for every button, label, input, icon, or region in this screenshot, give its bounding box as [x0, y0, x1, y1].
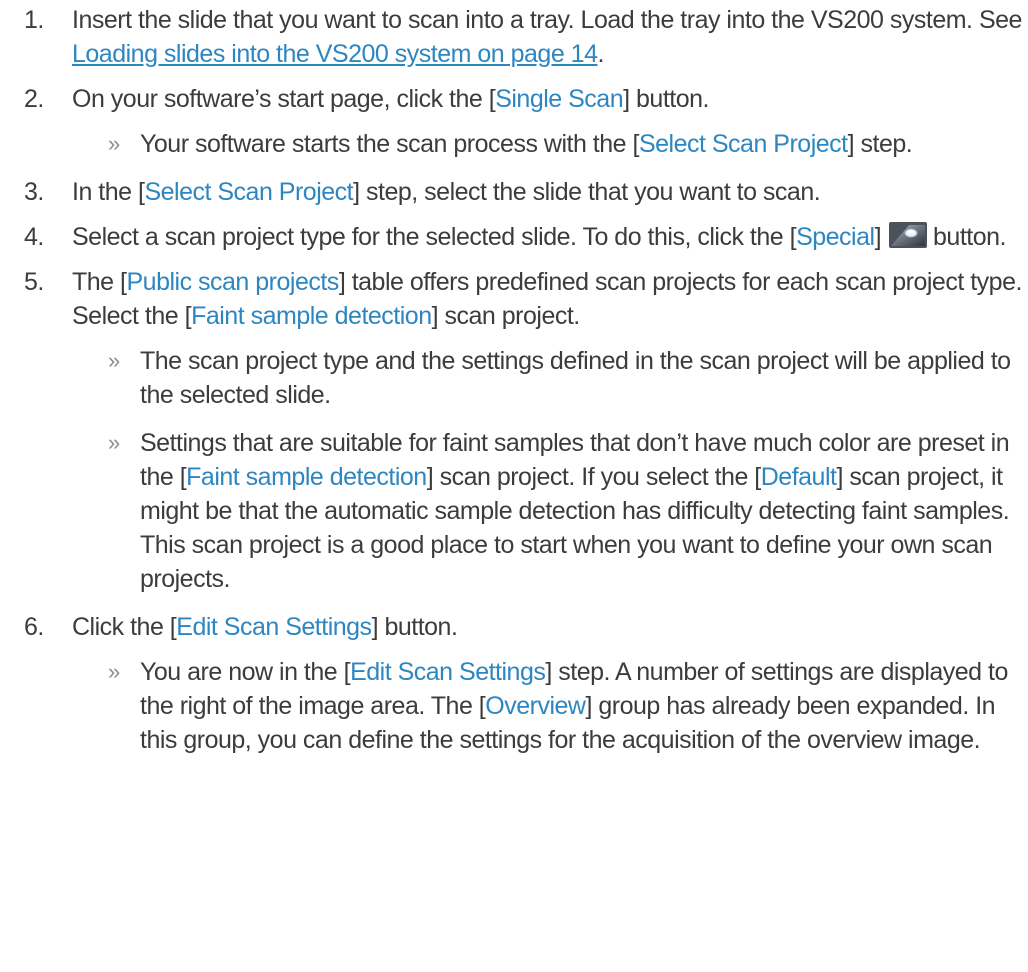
- step-6-result: » You are now in the [Edit Scan Settings…: [0, 655, 1024, 757]
- step-text: In the [Select Scan Project] step, selec…: [72, 175, 1024, 209]
- step-number: 6.: [24, 613, 44, 641]
- step-text-part: ] button.: [623, 85, 709, 113]
- ui-term-public-scan-projects: Public scan projects: [126, 268, 339, 296]
- step-6: 6. Click the [Edit Scan Settings] button…: [0, 610, 1024, 644]
- step-text-part: ]: [874, 223, 882, 251]
- result-arrow-icon: »: [108, 430, 120, 455]
- result-text: You are now in the [Edit Scan Settings] …: [140, 655, 1024, 757]
- result-text-part: ] scan project. If you select the [: [426, 463, 762, 491]
- ui-term-single-scan: Single Scan: [495, 85, 624, 113]
- special-scan-icon: [889, 222, 928, 248]
- ui-term-special: Special: [796, 223, 875, 251]
- ui-term-edit-scan-settings: Edit Scan Settings: [176, 613, 372, 641]
- loading-slides-link[interactable]: Loading slides into the VS200 system on …: [72, 40, 598, 68]
- step-text-part: ] scan project.: [431, 302, 581, 330]
- step-number: 4.: [24, 223, 44, 251]
- step-2: 2. On your software’s start page, click …: [0, 82, 1024, 116]
- step-text-part: .: [597, 40, 605, 68]
- ui-term-default: Default: [760, 463, 837, 491]
- step-5-result-2: » Settings that are suitable for faint s…: [0, 426, 1024, 596]
- step-text: Insert the slide that you want to scan i…: [72, 3, 1024, 71]
- step-text-part: On your software’s start page, click the…: [72, 85, 496, 113]
- step-text-part: Click the [: [72, 613, 177, 641]
- step-text-part: button.: [933, 223, 1006, 251]
- ui-term-select-scan-project: Select Scan Project: [144, 178, 354, 206]
- step-5: 5. The [Public scan projects] table offe…: [0, 265, 1024, 333]
- instruction-document: 1. Insert the slide that you want to sca…: [0, 0, 1028, 757]
- ui-term-faint-sample-detection: Faint sample detection: [191, 302, 432, 330]
- step-number: 1.: [24, 6, 44, 34]
- step-text: On your software’s start page, click the…: [72, 82, 1024, 116]
- step-1: 1. Insert the slide that you want to sca…: [0, 3, 1024, 71]
- step-text-part: Insert the slide that you want to scan i…: [72, 6, 1022, 34]
- step-text-part: ] button.: [371, 613, 458, 641]
- step-number: 2.: [24, 85, 44, 113]
- step-text-part: The [: [72, 268, 127, 296]
- ui-term-edit-scan-settings: Edit Scan Settings: [350, 658, 546, 686]
- result-text-part: You are now in the [: [140, 658, 351, 686]
- step-5-result-1: » The scan project type and the settings…: [0, 344, 1024, 412]
- step-text-part: Select a scan project type for the selec…: [72, 223, 797, 251]
- step-text: Click the [Edit Scan Settings] button.: [72, 610, 1024, 644]
- step-number: 5.: [24, 268, 44, 296]
- ui-term-overview: Overview: [485, 692, 586, 720]
- result-text-part: Your software starts the scan process wi…: [140, 130, 639, 158]
- result-text: Your software starts the scan process wi…: [140, 127, 1024, 161]
- step-text-part: In the [: [72, 178, 145, 206]
- result-arrow-icon: »: [108, 131, 120, 156]
- result-arrow-icon: »: [108, 659, 120, 684]
- step-number: 3.: [24, 178, 44, 206]
- result-arrow-icon: »: [108, 348, 120, 373]
- result-text-part: ] step.: [847, 130, 913, 158]
- step-4: 4. Select a scan project type for the se…: [0, 220, 1024, 254]
- step-2-result: » Your software starts the scan process …: [0, 127, 1024, 161]
- result-text: Settings that are suitable for faint sam…: [140, 426, 1024, 596]
- step-3: 3. In the [Select Scan Project] step, se…: [0, 175, 1024, 209]
- ui-term-faint-sample-detection: Faint sample detection: [186, 463, 427, 491]
- step-text-part: ] step, select the slide that you want t…: [353, 178, 821, 206]
- result-text: The scan project type and the settings d…: [140, 347, 1011, 409]
- step-text: The [Public scan projects] table offers …: [72, 265, 1024, 333]
- step-text: Select a scan project type for the selec…: [72, 220, 1024, 254]
- ui-term-select-scan-project: Select Scan Project: [638, 130, 848, 158]
